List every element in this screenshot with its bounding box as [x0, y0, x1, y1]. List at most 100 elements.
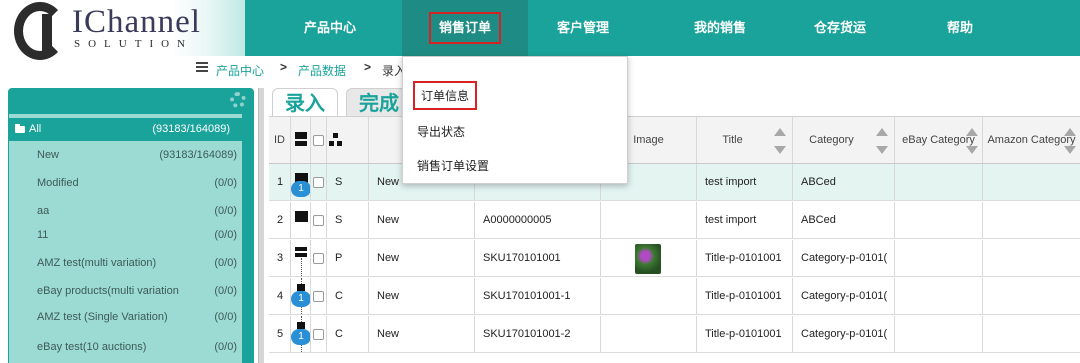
row-checkbox[interactable]: [313, 253, 324, 264]
header-checkbox-col: [311, 117, 327, 163]
cell-category: ABCed: [793, 202, 895, 238]
select-all-checkbox[interactable]: [313, 135, 324, 146]
cell-checkbox: [311, 202, 327, 238]
logo[interactable]: IChannel SOLUTION: [0, 0, 245, 60]
nav-product-center[interactable]: 产品中心: [280, 0, 380, 56]
cell-ebay-category: [895, 278, 983, 314]
breadcrumb-item[interactable]: 产品数据: [298, 62, 346, 79]
variation-count-badge[interactable]: 1: [291, 329, 310, 345]
sort-icon[interactable]: [1064, 128, 1076, 154]
header-type-icon-col: [291, 117, 311, 163]
nav-my-sales[interactable]: 我的销售: [670, 0, 770, 56]
variation-count-badge[interactable]: 1: [291, 181, 310, 197]
sidebar-item-modified[interactable]: Modified (0/0): [9, 172, 243, 195]
gear-icon[interactable]: [230, 92, 246, 108]
cell-type-icon: [291, 202, 311, 238]
header-title[interactable]: Title: [697, 117, 793, 163]
header-amazon-category[interactable]: Amazon Category: [983, 117, 1080, 163]
table-row[interactable]: 3 P New SKU170101001 Title-p-0101001 Cat…: [269, 240, 1080, 277]
cell-type: P: [327, 240, 369, 276]
sidebar-item-new[interactable]: New (93183/164089): [9, 144, 243, 167]
sidebar-item-count: (0/0): [214, 205, 237, 217]
cell-amazon-category: [983, 164, 1080, 200]
sidebar-item-aa[interactable]: aa (0/0): [9, 200, 243, 223]
sidebar-item-amz-multi[interactable]: AMZ test(multi variation) (0/0): [9, 252, 243, 275]
sort-icon[interactable]: [876, 128, 888, 154]
row-checkbox[interactable]: [313, 291, 324, 302]
nav-warehouse-shipping[interactable]: 仓存货运: [790, 0, 890, 56]
hierarchy-icon[interactable]: [329, 133, 343, 147]
cell-ebay-category: [895, 240, 983, 276]
cell-image: [601, 202, 697, 238]
product-thumbnail[interactable]: [635, 244, 661, 274]
variation-count-badge[interactable]: 1: [291, 291, 310, 307]
cell-amazon-category: [983, 240, 1080, 276]
cell-image: [601, 278, 697, 314]
sidebar-item-label: eBay test(10 auctions): [37, 341, 147, 353]
sidebar-item-11[interactable]: 11 (0/0): [9, 224, 243, 247]
nav-label: 客户管理: [556, 20, 609, 35]
row-checkbox[interactable]: [313, 177, 324, 188]
header-label: Category: [809, 134, 854, 146]
nav-help[interactable]: 帮助: [910, 0, 1010, 56]
sidebar-item-label: New: [37, 149, 60, 161]
nav-label: 产品中心: [303, 20, 356, 35]
sidebar-item-ebay-multi[interactable]: eBay products(multi variation (0/0): [9, 280, 243, 303]
table-row[interactable]: 4 1 C New SKU170101001-1 Title-p-0101001…: [269, 278, 1080, 315]
header-id[interactable]: ID: [269, 117, 291, 163]
breadcrumb-separator: >: [364, 60, 372, 74]
sidebar-item-amz-single[interactable]: AMZ test (Single Variation) (0/0): [9, 306, 243, 329]
cell-category: Category-p-0101(: [793, 278, 895, 314]
cell-amazon-category: [983, 202, 1080, 238]
tree-line: [301, 258, 302, 276]
sidebar-list: All (93183/164089) New (93183/164089) Mo…: [8, 114, 243, 363]
folder-icon: [15, 124, 25, 133]
nav-sales-orders[interactable]: 销售订单: [402, 0, 528, 56]
nav-customer-management[interactable]: 客户管理: [528, 0, 638, 56]
row-checkbox[interactable]: [313, 215, 324, 226]
header-tree-col: [327, 117, 369, 163]
cell-id: 2: [269, 202, 291, 238]
breadcrumb-item[interactable]: 产品中心: [216, 62, 264, 79]
menu-item-order-info[interactable]: 订单信息: [413, 81, 478, 110]
cell-sku: SKU170101001: [475, 240, 601, 276]
sidebar-item-count: (0/0): [214, 311, 237, 323]
logo-g-mark: [14, 2, 66, 60]
cell-type-icon: 1: [291, 278, 311, 314]
cell-id: 1: [269, 164, 291, 200]
breadcrumb-separator: >: [280, 60, 288, 74]
sidebar-item-ebay-auctions[interactable]: eBay test(10 auctions) (0/0): [9, 336, 243, 359]
sort-icon[interactable]: [966, 128, 978, 154]
header-ebay-category[interactable]: eBay Category: [895, 117, 983, 163]
menu-icon[interactable]: [196, 62, 208, 72]
sidebar-item-all[interactable]: All (93183/164089): [9, 118, 243, 141]
cell-type-icon: 1: [291, 164, 311, 200]
cell-image: [601, 316, 697, 352]
logo-subtitle: SOLUTION: [74, 38, 193, 50]
sales-orders-dropdown: 订单信息 导出状态 销售订单设置: [402, 56, 628, 184]
panel-splitter[interactable]: [258, 88, 264, 363]
table-row[interactable]: 2 S New A0000000005 test import ABCed: [269, 202, 1080, 239]
nav-label: 销售订单: [428, 12, 501, 44]
header-label: Title: [722, 134, 743, 146]
sidebar-item-label: aa: [37, 205, 50, 217]
sidebar-scrollbar[interactable]: [242, 114, 254, 363]
menu-item-order-settings[interactable]: 销售订单设置: [417, 157, 489, 174]
parent-item-icon: [295, 247, 307, 251]
menu-item-export-status[interactable]: 导出状态: [417, 123, 465, 140]
sidebar-item-label: eBay products(multi variation: [37, 285, 179, 297]
table-row[interactable]: 5 1 C New SKU170101001-2 Title-p-0101001…: [269, 316, 1080, 353]
sort-icon[interactable]: [774, 128, 786, 154]
cell-sku: SKU170101001-2: [475, 316, 601, 352]
cell-title: Title-p-0101001: [697, 240, 793, 276]
nav-label: 仓存货运: [813, 20, 866, 35]
tab-entry[interactable]: 录入: [272, 88, 338, 116]
cell-checkbox: [311, 164, 327, 200]
header-category[interactable]: Category: [793, 117, 895, 163]
cell-type: S: [327, 202, 369, 238]
cell-status: New: [369, 240, 475, 276]
count-badge: (93183/164089): [145, 121, 237, 138]
sidebar-item-label: All: [29, 123, 42, 135]
row-checkbox[interactable]: [313, 329, 324, 340]
table-row[interactable]: 1 1 S New test import ABCed: [269, 164, 1080, 201]
